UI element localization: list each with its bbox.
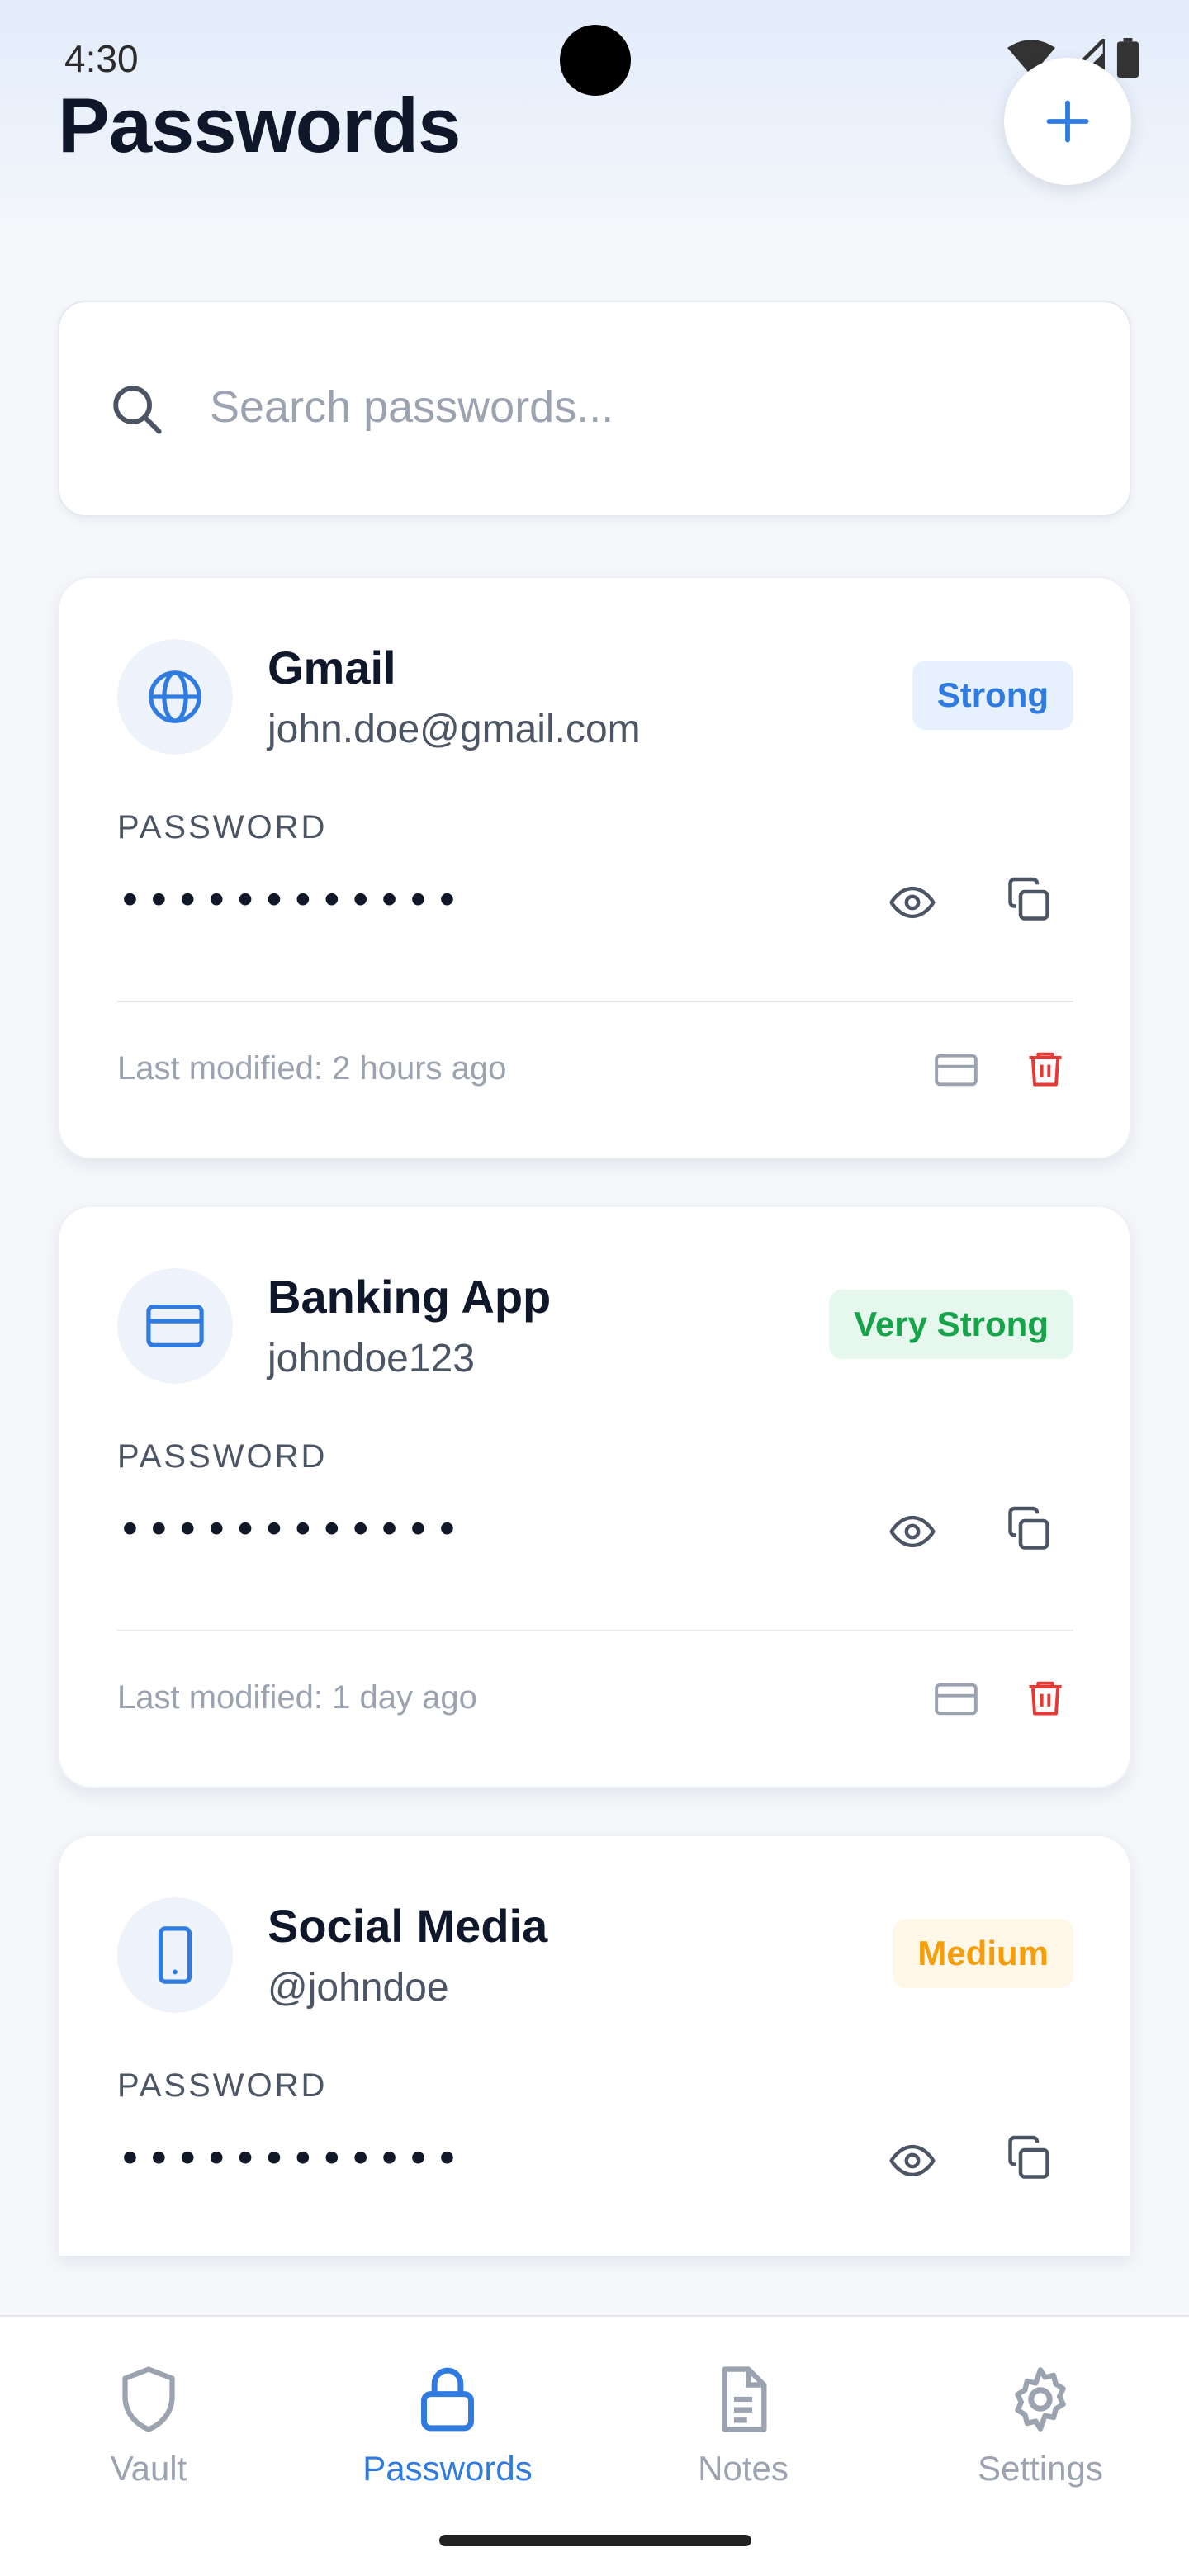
entry-username: johndoe123 bbox=[268, 1337, 475, 1380]
password-label: PASSWORD bbox=[117, 2067, 328, 2104]
copy-icon[interactable] bbox=[1004, 875, 1054, 925]
copy-icon[interactable] bbox=[1004, 1504, 1054, 1554]
trash-icon[interactable] bbox=[1024, 1674, 1067, 1721]
entry-avatar bbox=[117, 639, 233, 755]
lock-icon bbox=[421, 2367, 474, 2432]
copy-icon[interactable] bbox=[1004, 2133, 1054, 2183]
add-password-button[interactable] bbox=[1004, 58, 1131, 185]
search-bar[interactable]: Search passwords... bbox=[58, 301, 1131, 517]
entry-name: Gmail bbox=[268, 642, 396, 694]
divider bbox=[117, 1001, 1073, 1002]
entry-username: john.doe@gmail.com bbox=[268, 708, 641, 751]
document-icon bbox=[722, 2366, 767, 2432]
status-time: 4:30 bbox=[64, 37, 139, 80]
camera-cutout bbox=[560, 25, 631, 96]
battery-icon bbox=[1116, 38, 1139, 78]
search-icon bbox=[113, 386, 162, 434]
nav-item-notes[interactable]: Notes bbox=[636, 2365, 850, 2488]
entry-name: Banking App bbox=[268, 1271, 552, 1323]
password-label: PASSWORD bbox=[117, 809, 328, 845]
credit-card-icon bbox=[146, 1305, 204, 1347]
divider bbox=[117, 1630, 1073, 1631]
eye-icon[interactable] bbox=[888, 878, 936, 926]
entry-username: @johndoe bbox=[268, 1966, 449, 2010]
password-label: PASSWORD bbox=[117, 1438, 328, 1475]
home-indicator bbox=[439, 2535, 751, 2546]
nav-label: Notes bbox=[698, 2449, 789, 2488]
gear-icon bbox=[1015, 2367, 1066, 2432]
smartphone-icon bbox=[158, 1926, 192, 1984]
last-modified: Last modified: 2 hours ago bbox=[117, 1050, 507, 1087]
nav-label: Settings bbox=[978, 2449, 1103, 2488]
strength-badge: Very Strong bbox=[829, 1290, 1073, 1359]
strength-badge: Medium bbox=[893, 1919, 1073, 1988]
entry-avatar bbox=[117, 1897, 233, 2013]
masked-password: •••••••••••• bbox=[122, 874, 468, 924]
password-card-social-media[interactable]: Social Media @johndoe Medium PASSWORD ••… bbox=[58, 1835, 1131, 2256]
search-input[interactable]: Search passwords... bbox=[210, 381, 613, 433]
card-icon[interactable] bbox=[935, 1052, 978, 1088]
nav-label: Vault bbox=[110, 2449, 187, 2488]
eye-icon[interactable] bbox=[888, 2137, 936, 2185]
entry-name: Social Media bbox=[268, 1900, 548, 1952]
page-title: Passwords bbox=[58, 82, 461, 168]
nav-item-settings[interactable]: Settings bbox=[933, 2365, 1148, 2488]
password-card-gmail[interactable]: Gmail john.doe@gmail.com Strong PASSWORD… bbox=[58, 576, 1131, 1159]
last-modified: Last modified: 1 day ago bbox=[117, 1679, 477, 1716]
entry-avatar bbox=[117, 1268, 233, 1384]
nav-item-passwords[interactable]: Passwords bbox=[340, 2365, 555, 2488]
trash-icon[interactable] bbox=[1024, 1045, 1067, 1091]
nav-item-vault[interactable]: Vault bbox=[41, 2365, 256, 2488]
strength-badge: Strong bbox=[912, 661, 1073, 730]
globe-icon bbox=[149, 670, 201, 723]
shield-icon bbox=[122, 2366, 175, 2432]
nav-label: Passwords bbox=[362, 2449, 533, 2488]
masked-password: •••••••••••• bbox=[122, 2133, 468, 2182]
card-icon[interactable] bbox=[935, 1681, 978, 1717]
eye-icon[interactable] bbox=[888, 1508, 936, 1556]
plus-icon bbox=[1046, 100, 1089, 143]
masked-password: •••••••••••• bbox=[122, 1503, 468, 1553]
password-card-banking-app[interactable]: Banking App johndoe123 Very Strong PASSW… bbox=[58, 1205, 1131, 1788]
